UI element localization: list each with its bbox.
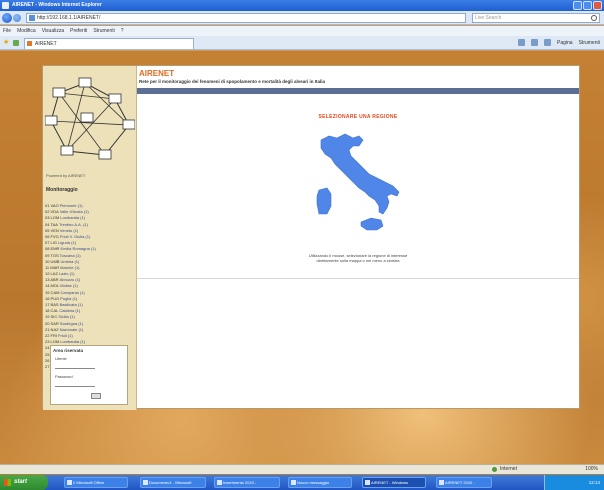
sardinia[interactable] [316, 187, 332, 215]
taskbar-item[interactable]: 2 Microsoft Office [64, 477, 128, 488]
tab-bar: ★ AIRENET Pagina Strumenti [0, 36, 604, 50]
zoom-level[interactable]: 100% [585, 465, 598, 474]
title-bar: AIRENET - Windows Internet Explorer [0, 0, 604, 11]
maximize-button[interactable] [583, 1, 592, 10]
content-divider [137, 278, 579, 279]
document-icon [217, 480, 222, 485]
menu-view[interactable]: Visualizza [42, 26, 64, 36]
page-viewport: Powered by AIRENET Monitoraggio 01 VAOPi… [0, 51, 604, 464]
url-text: http://192.168.1.1/AIRENET/ [37, 15, 101, 21]
home-icon[interactable] [518, 39, 526, 46]
username-label: Utente [55, 356, 67, 361]
taskbar-item[interactable]: AIRENET - Windows [362, 477, 426, 488]
mail-icon [291, 480, 296, 485]
login-button[interactable] [91, 393, 101, 399]
header-band [137, 88, 579, 94]
tab-airenet[interactable]: AIRENET [24, 38, 194, 49]
password-label: Password [55, 374, 73, 379]
folder-icon [67, 480, 72, 485]
monitoring-heading: Monitoraggio [46, 187, 78, 193]
taskbar-item[interactable]: Nuovo messaggio [288, 477, 352, 488]
menu-bar: File Modifica Visualizza Preferiti Strum… [0, 26, 604, 36]
username-field[interactable] [55, 364, 95, 369]
menu-help[interactable]: ? [121, 26, 124, 36]
page-header: AIRENET Rete per il monitoraggio dei fen… [137, 66, 579, 106]
tab-favicon [27, 41, 32, 46]
login-box: Area riservata Utente Password [50, 345, 128, 405]
sicily[interactable] [360, 217, 384, 231]
web-page: Powered by AIRENET Monitoraggio 01 VAOPi… [42, 65, 580, 410]
close-button[interactable] [593, 1, 602, 10]
word-icon [143, 480, 148, 485]
forward-button[interactable] [13, 14, 21, 22]
feeds-icon[interactable] [531, 39, 539, 46]
italy-map[interactable] [307, 130, 407, 240]
window-controls [573, 1, 602, 10]
italy-mainland[interactable] [320, 133, 400, 215]
url-field[interactable]: http://192.168.1.1/AIRENET/ [26, 13, 466, 23]
print-icon[interactable] [544, 39, 552, 46]
select-region-title: SELEZIONARE UNA REGIONE [318, 114, 398, 120]
site-name: AIRENET [139, 69, 175, 78]
copyright-text: Powered by AIRENET [46, 173, 86, 178]
system-tray: 12:14 [544, 475, 604, 490]
status-zone: Internet [492, 465, 517, 474]
menu-edit[interactable]: Modifica [17, 26, 36, 36]
search-input[interactable]: Live Search [472, 13, 600, 23]
address-bar: http://192.168.1.1/AIRENET/ Live Search [0, 11, 604, 25]
map-instructions: Utilizzando il mouse, selezionare la reg… [308, 253, 408, 263]
taskbar-item[interactable]: AIRENET 2010 - [436, 477, 492, 488]
network-logo [45, 77, 135, 160]
tools-menu[interactable]: Strumenti [579, 40, 600, 46]
menu-tools[interactable]: Strumenti [93, 26, 114, 36]
add-favorite-icon[interactable] [13, 40, 19, 46]
login-title: Area riservata [53, 348, 84, 353]
left-sidebar: Powered by AIRENET Monitoraggio 01 VAOPi… [43, 66, 137, 410]
page-menu[interactable]: Pagina [557, 40, 573, 46]
ie-icon [365, 480, 370, 485]
back-button[interactable] [2, 13, 12, 23]
taskbar-item[interactable]: Documento1 - Microsoft [140, 477, 206, 488]
favorites-star-icon[interactable]: ★ [3, 39, 9, 47]
taskbar-item[interactable]: Inserimento 2010 - [214, 477, 280, 488]
globe-icon [492, 467, 497, 472]
search-placeholder: Live Search [475, 15, 502, 21]
command-bar: Pagina Strumenti [518, 39, 600, 46]
start-button[interactable]: start [0, 475, 48, 490]
clock[interactable]: 12:14 [589, 480, 600, 485]
page-icon [29, 15, 35, 21]
password-field[interactable] [55, 382, 95, 387]
ie-icon [2, 2, 9, 9]
taskbar: start 2 Microsoft Office Documento1 - Mi… [0, 475, 604, 490]
windows-icon [4, 479, 11, 486]
window-title: AIRENET - Windows Internet Explorer [12, 2, 102, 8]
excel-icon [439, 480, 444, 485]
main-content: SELEZIONARE UNA REGIONE Utilizzando il m… [137, 106, 579, 410]
search-icon[interactable] [591, 15, 597, 21]
tab-title: AIRENET [35, 41, 57, 47]
minimize-button[interactable] [573, 1, 582, 10]
menu-file[interactable]: File [3, 26, 11, 36]
status-bar: Internet 100% [0, 464, 604, 474]
menu-favorites[interactable]: Preferiti [70, 26, 87, 36]
site-description: Rete per il monitoraggio dei fenomeni di… [139, 79, 326, 84]
browser-window: AIRENET - Windows Internet Explorer http… [0, 0, 604, 490]
